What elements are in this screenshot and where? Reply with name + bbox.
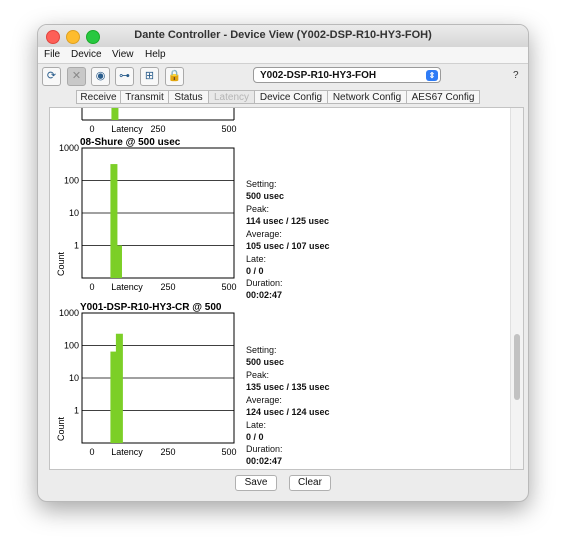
stat-setting-label: Setting: — [246, 179, 277, 189]
help-button[interactable]: ? — [513, 70, 519, 81]
stats-block-1: Setting: 500 usec Peak: 114 usec / 125 u… — [246, 178, 330, 301]
stat-duration-value: 00:02:47 — [246, 290, 283, 300]
stat-average-label: Average: — [246, 395, 282, 405]
save-button[interactable]: Save — [235, 475, 277, 491]
x-axis-label: Latency — [111, 447, 143, 457]
stat-duration-label: Duration: — [246, 444, 283, 454]
menu-help[interactable]: Help — [145, 49, 166, 60]
x-tick-label: 0 — [89, 124, 94, 134]
menu-file[interactable]: File — [44, 49, 60, 60]
title-bar: Dante Controller - Device View (Y002-DSP… — [38, 25, 528, 48]
y-tick-label: 100 — [64, 176, 79, 186]
x-tick-label: 500 — [221, 447, 236, 457]
y-tick-label: 1000 — [59, 308, 79, 318]
clear-button[interactable]: Clear — [289, 475, 331, 491]
chart-bar — [111, 108, 119, 120]
stat-setting-value: 500 usec — [246, 357, 285, 367]
menu-bar: File Device View Help — [38, 47, 528, 64]
stats-block-2: Setting: 500 usec Peak: 135 usec / 135 u… — [246, 344, 330, 467]
stat-setting-value: 500 usec — [246, 191, 285, 201]
stat-late-label: Late: — [246, 254, 267, 264]
y-tick-label: 10 — [69, 373, 79, 383]
stat-late-value: 0 / 0 — [246, 432, 264, 442]
scrollbar-thumb[interactable] — [514, 334, 520, 400]
stat-duration-label: Duration: — [246, 278, 283, 288]
stat-late-value: 0 / 0 — [246, 266, 264, 276]
network-icon[interactable]: ⊶ — [115, 67, 134, 86]
tab-transmit[interactable]: Transmit — [120, 90, 169, 104]
x-tick-label: 250 — [160, 282, 175, 292]
vertical-scrollbar[interactable] — [510, 108, 523, 469]
y-tick-label: 100 — [64, 341, 79, 351]
y-axis-label: Count — [56, 252, 66, 277]
grid-icon[interactable]: ⊞ — [140, 67, 159, 86]
stat-peak-label: Peak: — [246, 204, 270, 214]
x-tick-label: 0 — [89, 447, 94, 457]
y-tick-label: 1 — [74, 241, 79, 251]
tab-receive[interactable]: Receive — [76, 90, 121, 104]
tab-network-config[interactable]: Network Config — [327, 90, 407, 104]
bottom-bar: Save Clear — [38, 470, 528, 500]
device-select[interactable]: Y002-DSP-R10-HY3-FOH ⇕ — [253, 67, 441, 83]
stat-peak-value: 114 usec / 125 usec — [246, 216, 330, 226]
chevron-updown-icon: ⇕ — [426, 70, 438, 81]
stat-setting-label: Setting: — [246, 345, 277, 355]
tab-latency[interactable]: Latency — [208, 90, 255, 104]
stat-peak-label: Peak: — [246, 370, 270, 380]
x-tick-label: 250 — [160, 447, 175, 457]
x-axis-label: Latency — [111, 282, 143, 292]
tab-aes67-config[interactable]: AES67 Config — [406, 90, 480, 104]
dante-window: Dante Controller - Device View (Y002-DSP… — [37, 24, 529, 502]
chart-title: 08-Shure @ 500 usec — [80, 137, 181, 148]
lock-icon[interactable]: 🔒 — [165, 67, 184, 86]
toolbar: ⟳ ✕ ◉ ⊶ ⊞ 🔒 Y002-DSP-R10-HY3-FOH ⇕ ? — [38, 64, 528, 88]
tab-device-config[interactable]: Device Config — [254, 90, 328, 104]
latency-panel: 0 250 500 Latency 08-Shure @ 500 usec 1000 100… — [49, 107, 524, 470]
stat-duration-value: 00:02:47 — [246, 456, 283, 466]
y-axis-label: Count — [56, 417, 66, 442]
chart-title: Y001-DSP-R10-HY3-CR @ 500 — [80, 302, 222, 313]
y-tick-label: 1 — [74, 406, 79, 416]
stat-peak-value: 135 usec / 135 usec — [246, 382, 330, 392]
x-tick-label: 0 — [89, 282, 94, 292]
chart-bar — [115, 333, 123, 443]
device-select-value: Y002-DSP-R10-HY3-FOH — [260, 70, 377, 81]
x-tick-label: 500 — [221, 282, 236, 292]
y-tick-label: 1000 — [59, 143, 79, 153]
stat-late-label: Late: — [246, 420, 267, 430]
stat-average-label: Average: — [246, 229, 282, 239]
y-tick-label: 10 — [69, 208, 79, 218]
chart-bar — [114, 245, 122, 278]
routing-icon: ✕ — [67, 67, 86, 86]
menu-device[interactable]: Device — [71, 49, 102, 60]
refresh-icon[interactable]: ⟳ — [42, 67, 61, 86]
window-title: Dante Controller - Device View (Y002-DSP… — [134, 29, 432, 41]
eye-icon[interactable]: ◉ — [91, 67, 110, 86]
menu-view[interactable]: View — [112, 49, 134, 60]
tab-status[interactable]: Status — [168, 90, 209, 104]
stat-average-value: 105 usec / 107 usec — [246, 241, 330, 251]
x-tick-label: 250 — [150, 124, 165, 134]
stat-average-value: 124 usec / 124 usec — [246, 407, 330, 417]
x-axis-label: Latency — [111, 124, 143, 134]
x-tick-label: 500 — [221, 124, 236, 134]
